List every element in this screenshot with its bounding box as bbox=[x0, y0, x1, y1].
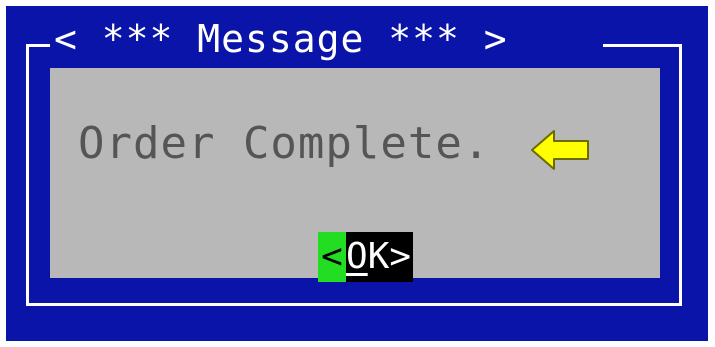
ok-button-label: OK> bbox=[346, 232, 414, 282]
dialog-frame-top-left bbox=[26, 44, 50, 47]
ok-button-rest: K> bbox=[367, 236, 412, 277]
dialog-title: < *** Message *** > bbox=[54, 17, 508, 61]
arrow-left-icon bbox=[531, 130, 589, 170]
ok-button[interactable]: < OK> bbox=[318, 232, 414, 282]
dialog-frame-top-right bbox=[603, 44, 682, 47]
ok-button-left-bracket: < bbox=[318, 232, 346, 282]
ok-button-hotkey: O bbox=[346, 236, 368, 277]
message-text: Order Complete. bbox=[78, 118, 491, 169]
